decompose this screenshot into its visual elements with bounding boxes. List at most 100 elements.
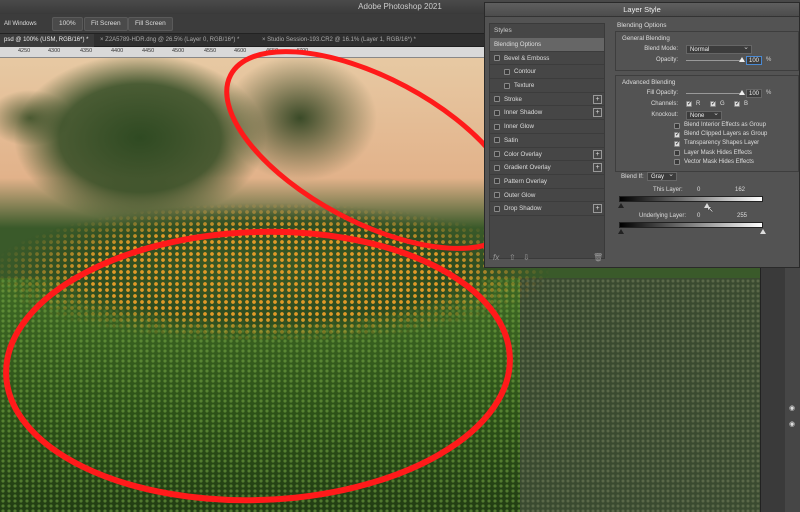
checkbox-icon[interactable]: [504, 82, 510, 89]
blend-if-label: Blend If:: [621, 173, 644, 180]
add-icon[interactable]: +: [593, 94, 602, 104]
trash-icon[interactable]: 🗑: [593, 253, 603, 262]
style-label: Contour: [514, 68, 537, 76]
fill-opacity-input[interactable]: 100: [746, 89, 762, 98]
fill-opacity-slider[interactable]: [686, 90, 745, 95]
style-item-satin[interactable]: Satin: [490, 134, 604, 148]
style-label: Texture: [514, 82, 535, 90]
option-vector-mask-hides[interactable]: Vector Mask Hides Effects: [616, 158, 798, 167]
opacity-input[interactable]: 100: [746, 56, 762, 65]
underlying-white-handle[interactable]: [760, 229, 766, 234]
underlying-high: 255: [737, 213, 748, 219]
style-label: Gradient Overlay: [504, 164, 551, 172]
checkbox-icon[interactable]: ✓: [674, 131, 680, 138]
advanced-blending-group: Advanced Blending Fill Opacity: 100 % Ch…: [615, 75, 799, 172]
add-icon[interactable]: +: [593, 149, 602, 159]
checkbox-icon[interactable]: [674, 159, 680, 166]
pointer-cursor-icon: ↖: [707, 205, 714, 214]
styles-list: Styles Blending Options Bevel & Emboss C…: [489, 23, 605, 259]
layer-style-dialog: Layer Style Styles Blending Options Beve…: [484, 2, 800, 268]
add-icon[interactable]: +: [593, 108, 602, 118]
style-item-contour[interactable]: Contour: [490, 65, 604, 80]
eye-icon[interactable]: ◉: [789, 404, 795, 412]
underlying-black-handle[interactable]: [618, 229, 624, 234]
opacity-label: Opacity:: [655, 57, 678, 63]
style-item-outer-glow[interactable]: Outer Glow: [490, 189, 604, 203]
channel-g-checkbox[interactable]: ✓: [710, 101, 716, 107]
style-label: Inner Glow: [504, 123, 534, 131]
this-layer-high: 162: [735, 187, 746, 193]
this-layer-gradient[interactable]: [619, 196, 763, 202]
option-label: Blend Interior Effects as Group: [684, 122, 766, 128]
option-label: Vector Mask Hides Effects: [684, 158, 754, 165]
underlying-gradient[interactable]: [619, 222, 763, 228]
slider-handle[interactable]: [739, 57, 745, 62]
blend-mode-label: Blend Mode:: [644, 46, 678, 52]
option-layer-mask-hides[interactable]: Layer Mask Hides Effects: [616, 149, 798, 158]
blend-mode-row: Blend Mode: Normal: [616, 44, 798, 55]
style-item-color-overlay[interactable]: Color Overlay +: [490, 148, 604, 162]
percent-label: %: [766, 57, 772, 63]
fill-opacity-row: Fill Opacity: 100 %: [616, 88, 798, 99]
checkbox-icon[interactable]: [494, 192, 500, 199]
knockout-label: Knockout:: [651, 112, 678, 118]
option-blend-clipped[interactable]: ✓ Blend Clipped Layers as Group: [616, 130, 798, 139]
checkbox-icon[interactable]: ✓: [674, 140, 680, 147]
knockout-select[interactable]: None: [686, 110, 722, 120]
style-item-texture[interactable]: Texture: [490, 79, 604, 93]
style-item-drop-shadow[interactable]: Drop Shadow +: [490, 202, 604, 216]
layers-panel[interactable]: ◉ ◉: [760, 268, 800, 512]
move-up-icon[interactable]: ⇧: [509, 253, 516, 262]
fx-icon[interactable]: fx: [493, 253, 499, 262]
this-layer-label: This Layer:: [653, 187, 683, 193]
dialog-title: Layer Style: [485, 3, 799, 17]
checkbox-icon[interactable]: [494, 205, 500, 212]
channel-r-checkbox[interactable]: ✓: [686, 101, 692, 107]
checkbox-icon[interactable]: [674, 122, 680, 129]
knockout-row: Knockout: None: [616, 110, 798, 121]
blend-if-select[interactable]: Gray: [647, 171, 677, 181]
channel-b-label: B: [744, 101, 749, 107]
layers-panel-strip: [785, 268, 800, 512]
style-item-inner-glow[interactable]: Inner Glow: [490, 120, 604, 134]
checkbox-icon[interactable]: [494, 109, 500, 116]
style-label: Blending Options: [494, 41, 542, 48]
style-item-inner-shadow[interactable]: Inner Shadow +: [490, 106, 604, 121]
this-layer-black-handle[interactable]: [618, 203, 624, 208]
percent-label: %: [766, 90, 772, 96]
blend-mode-select[interactable]: Normal: [686, 44, 752, 54]
channel-b-checkbox[interactable]: ✓: [734, 101, 740, 107]
style-item-stroke[interactable]: Stroke +: [490, 93, 604, 107]
style-item-gradient-overlay[interactable]: Gradient Overlay +: [490, 161, 604, 175]
slider-handle[interactable]: [739, 90, 745, 95]
option-transparency-shapes[interactable]: ✓ Transparency Shapes Layer: [616, 139, 798, 148]
group-label: Advanced Blending: [622, 79, 676, 86]
eye-icon[interactable]: ◉: [789, 420, 795, 428]
checkbox-icon[interactable]: [504, 68, 510, 75]
checkbox-icon[interactable]: [494, 164, 500, 171]
style-item-bevel-emboss[interactable]: Bevel & Emboss: [490, 52, 604, 66]
checkbox-icon[interactable]: [494, 178, 500, 185]
style-label: Inner Shadow: [504, 109, 543, 117]
underlying-layer-label: Underlying Layer:: [639, 213, 687, 219]
opacity-slider[interactable]: [686, 57, 745, 62]
add-icon[interactable]: +: [593, 204, 602, 214]
style-item-blending-options[interactable]: Blending Options: [490, 38, 604, 52]
style-label: Color Overlay: [504, 150, 542, 158]
option-blend-interior[interactable]: Blend Interior Effects as Group: [616, 121, 798, 130]
styles-header: Styles: [494, 27, 512, 34]
checkbox-icon[interactable]: [494, 55, 500, 62]
checkbox-icon[interactable]: [494, 137, 500, 144]
style-label: Pattern Overlay: [504, 177, 547, 185]
fx-toolbar: fx ⇧ ⇩ 🗑: [489, 251, 605, 265]
checkbox-icon[interactable]: [494, 96, 500, 103]
checkbox-icon[interactable]: [674, 150, 680, 157]
checkbox-icon[interactable]: [494, 151, 500, 157]
style-item-pattern-overlay[interactable]: Pattern Overlay: [490, 175, 604, 189]
style-label: Stroke: [504, 95, 522, 103]
option-label: Blend Clipped Layers as Group: [684, 131, 768, 138]
move-down-icon[interactable]: ⇩: [523, 253, 530, 262]
checkbox-icon[interactable]: [494, 123, 500, 130]
add-icon[interactable]: +: [593, 163, 602, 173]
fill-opacity-label: Fill Opacity:: [646, 90, 678, 96]
